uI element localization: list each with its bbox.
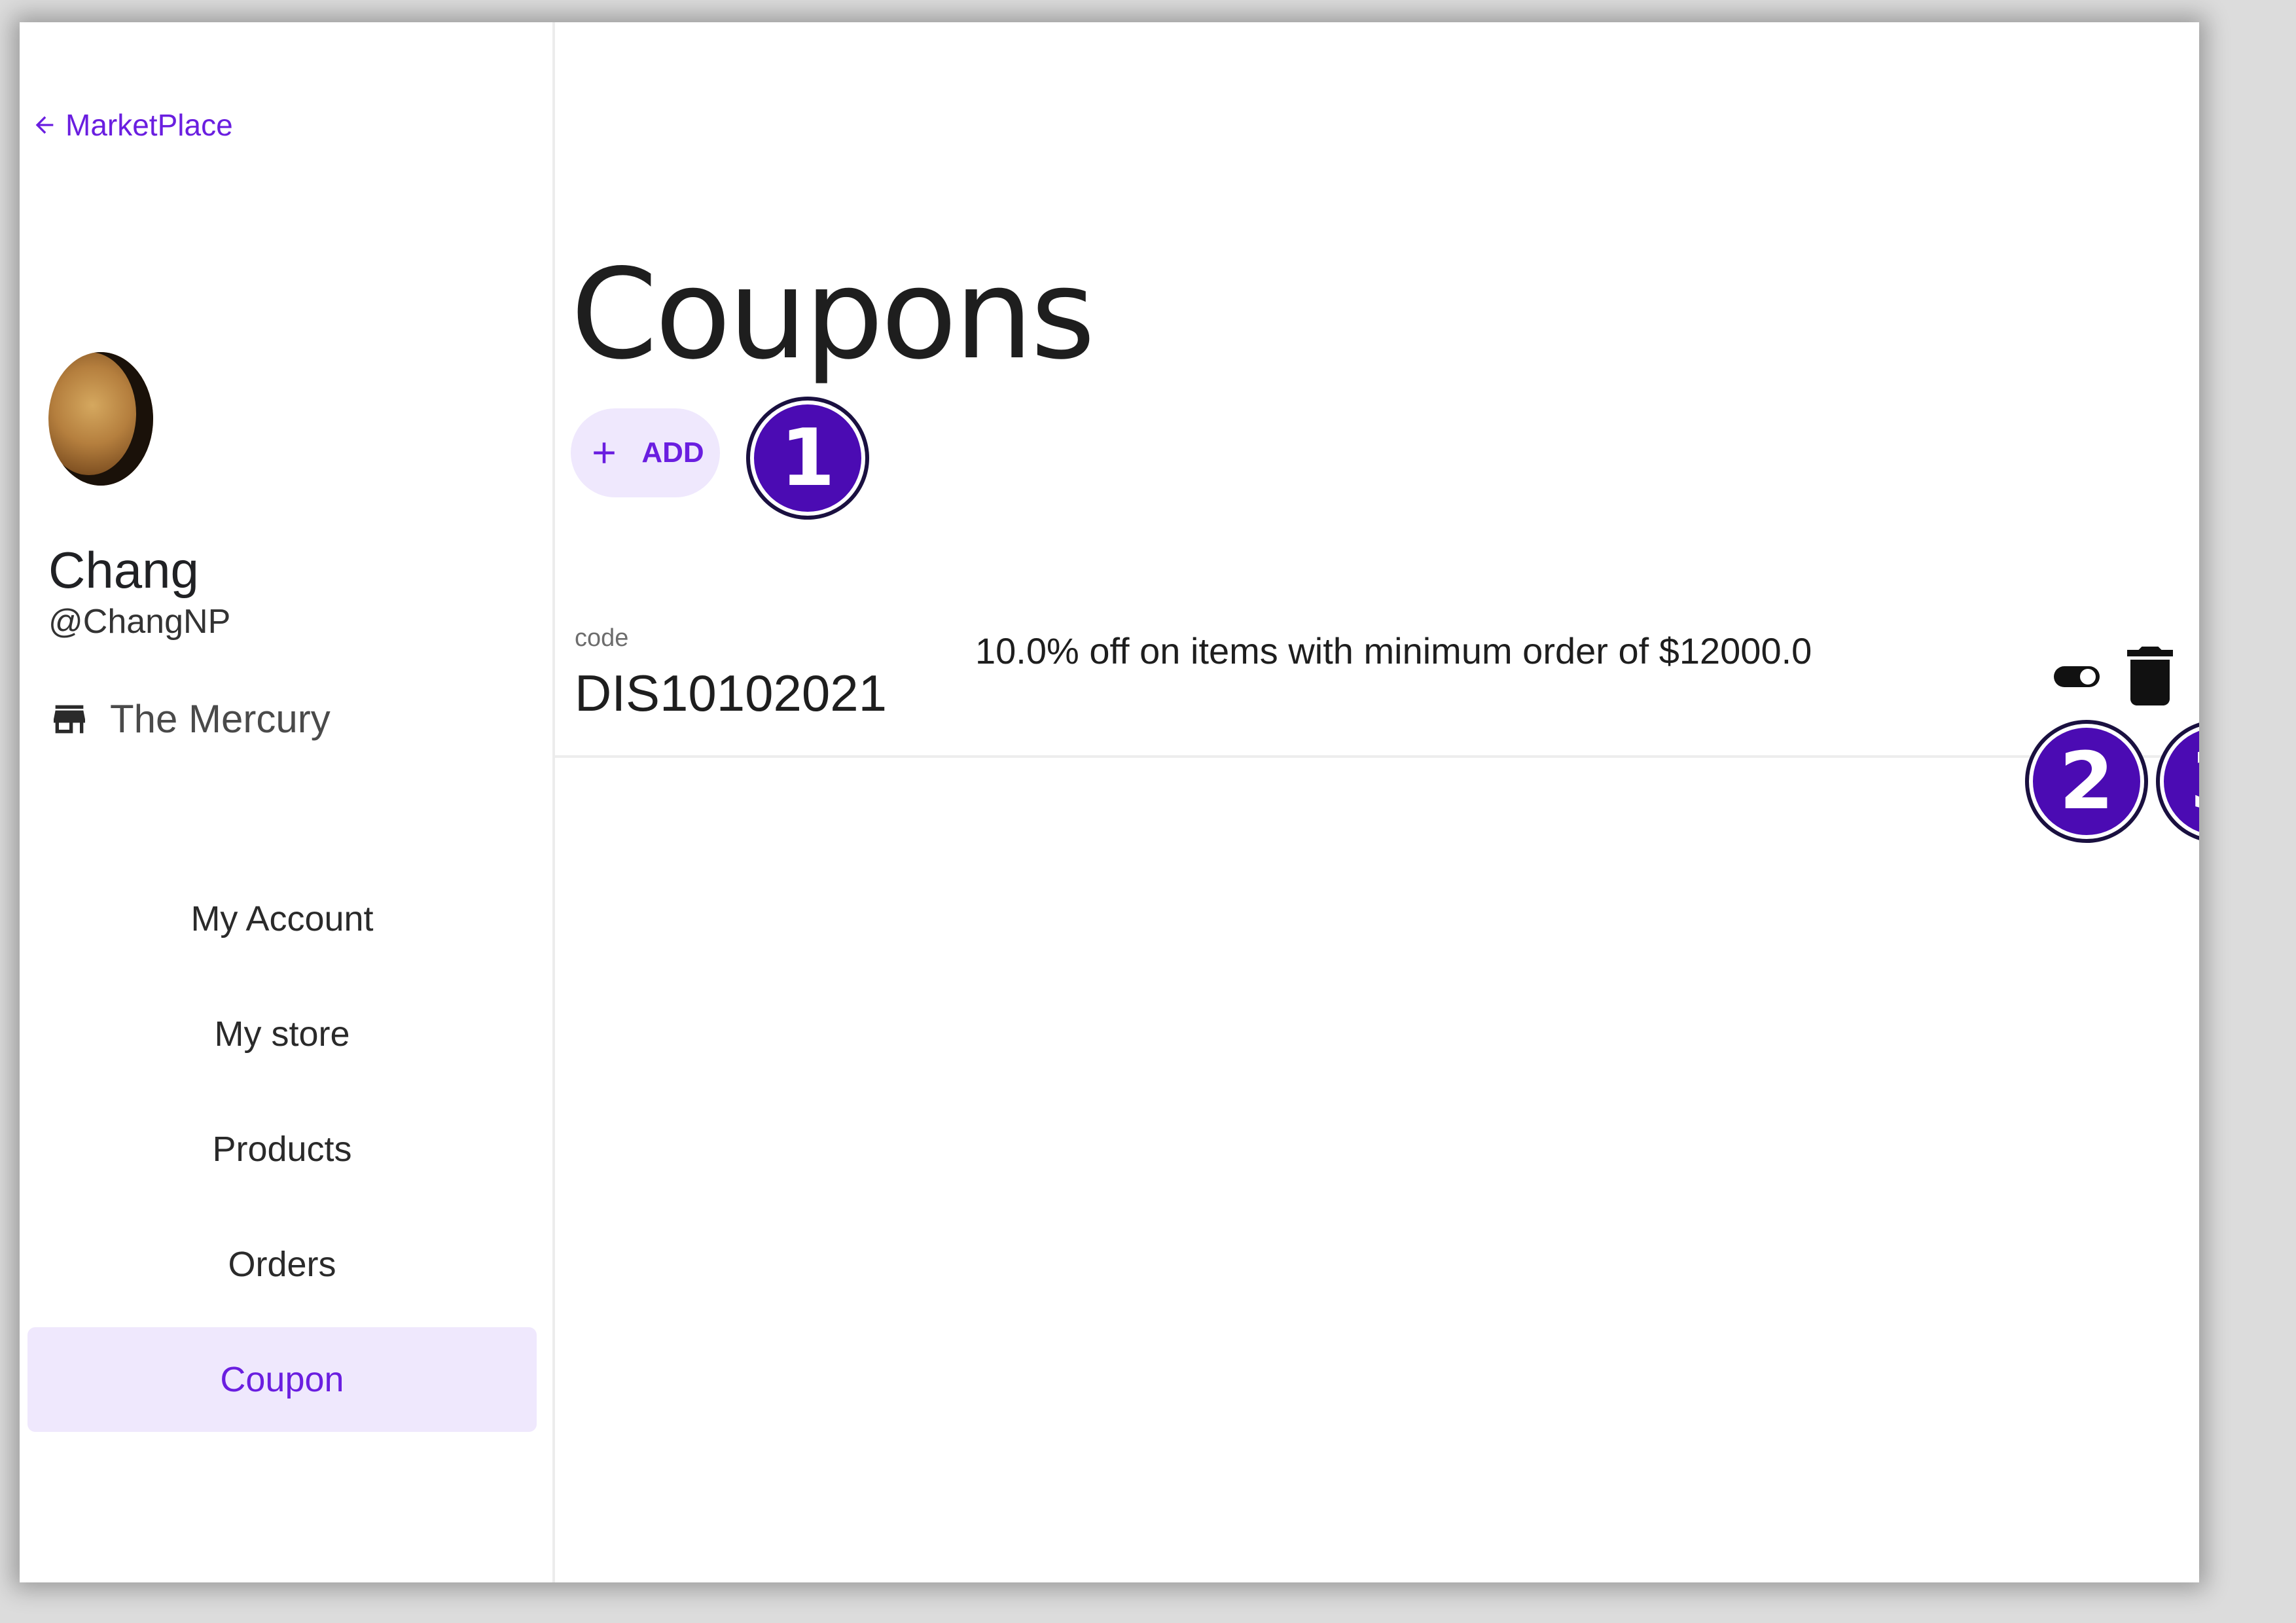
sidebar-item-coupon[interactable]: Coupon	[27, 1327, 537, 1432]
trash-icon[interactable]	[2127, 647, 2173, 705]
sidebar-item-label: Orders	[228, 1245, 336, 1284]
user-handle: @ChangNP	[48, 603, 231, 641]
coupon-code: DIS10102021	[575, 664, 888, 722]
coupon-row: code DIS10102021 10.0% off on items with…	[555, 598, 2199, 758]
sidebar-item-my-account[interactable]: My Account	[27, 866, 537, 971]
back-to-marketplace-link[interactable]: MarketPlace	[31, 107, 233, 143]
main-content: Coupons ADD 1 code DIS10102021 10.0% off…	[555, 22, 2199, 1582]
arrow-left-icon	[35, 116, 54, 134]
page-title: Coupons	[571, 242, 1096, 387]
coupon-description: 10.0% off on items with minimum order of…	[975, 630, 1812, 671]
sidebar-item-orders[interactable]: Orders	[27, 1212, 537, 1317]
add-coupon-button[interactable]: ADD	[571, 408, 720, 497]
coupon-code-label: code	[575, 624, 629, 652]
store-name: The Mercury	[110, 697, 331, 741]
sidebar-item-label: Coupon	[220, 1360, 344, 1399]
sidebar-item-label: My store	[214, 1014, 350, 1054]
plus-icon	[594, 442, 615, 463]
store-info: The Mercury	[48, 696, 331, 741]
storefront-icon	[54, 705, 85, 733]
sidebar-nav: My Account My store Products Orders Coup…	[27, 866, 537, 1442]
add-button-label: ADD	[641, 437, 704, 469]
sidebar-item-label: Products	[212, 1130, 352, 1169]
app-window: MarketPlace Chang @ChangNP The Mercury M…	[20, 22, 2199, 1582]
back-link-label: MarketPlace	[65, 108, 233, 142]
user-name: Chang	[48, 541, 199, 599]
sidebar-item-my-store[interactable]: My store	[27, 982, 537, 1086]
annotation-badge-2: 2	[2029, 724, 2144, 839]
sidebar-item-label: My Account	[190, 899, 374, 938]
sidebar-item-products[interactable]: Products	[27, 1097, 537, 1202]
toggle-icon[interactable]	[2053, 661, 2101, 692]
sidebar: MarketPlace Chang @ChangNP The Mercury M…	[20, 22, 555, 1582]
avatar	[48, 352, 153, 486]
annotation-badge-1: 1	[750, 401, 865, 516]
